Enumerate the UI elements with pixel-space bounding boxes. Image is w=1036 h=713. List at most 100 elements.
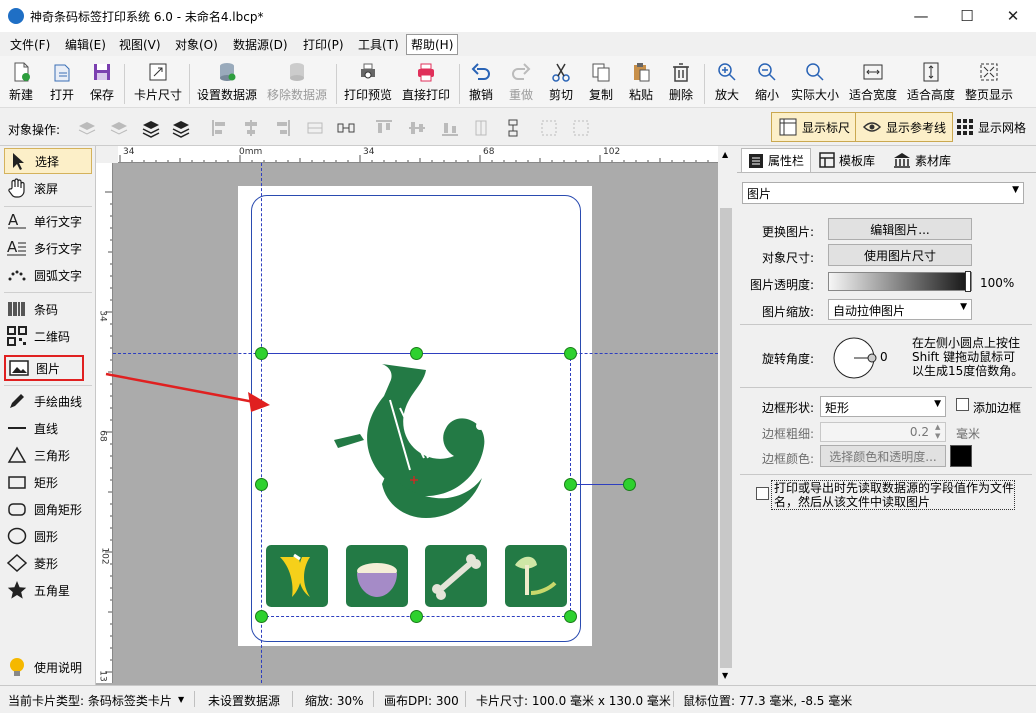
distribute-vertical-icon[interactable]: [471, 118, 491, 138]
new-button[interactable]: 新建: [8, 60, 34, 106]
paste-button[interactable]: 粘贴: [628, 60, 654, 106]
scroll-up-arrow[interactable]: ▲: [722, 150, 728, 159]
cut-button[interactable]: 剪切: [548, 60, 574, 106]
tab-properties[interactable]: 属性栏: [741, 148, 812, 172]
tool-triangle[interactable]: 三角形: [4, 442, 92, 468]
border-width-input[interactable]: 0.2: [820, 422, 946, 442]
resize-handle-top[interactable]: [410, 347, 423, 360]
rotation-dial[interactable]: [832, 336, 880, 380]
spinner-arrows-icon[interactable]: ▲ ▼: [935, 423, 940, 441]
resize-handle-bottom-right[interactable]: [564, 610, 577, 623]
tool-star[interactable]: 五角星: [4, 577, 92, 603]
show-ruler-toggle[interactable]: 显示标尺: [771, 112, 858, 142]
open-button[interactable]: 打开: [49, 60, 75, 106]
save-button[interactable]: 保存: [89, 60, 115, 106]
border-color-button[interactable]: 选择颜色和透明度...: [820, 445, 946, 467]
distribute-spacing-icon[interactable]: [336, 118, 356, 138]
show-grid-toggle[interactable]: 显示网格: [950, 112, 1032, 142]
border-shape-select[interactable]: 矩形 ▼: [820, 396, 946, 417]
align-right-icon[interactable]: [272, 118, 292, 138]
layers-stack-icon[interactable]: [171, 118, 191, 138]
selected-image[interactable]: [330, 360, 502, 520]
tool-diamond[interactable]: 菱形: [4, 550, 92, 576]
menu-view[interactable]: 视图(V): [117, 36, 163, 53]
guide-line-vertical[interactable]: [261, 163, 262, 683]
fit-width-button[interactable]: 适合宽度: [849, 60, 897, 106]
tool-rounded-rectangle[interactable]: 圆角矩形: [4, 496, 92, 522]
menu-tools[interactable]: 工具(T): [356, 36, 401, 53]
minimize-button[interactable]: —: [898, 0, 944, 32]
tool-select[interactable]: 选择: [4, 148, 92, 174]
opacity-slider[interactable]: [828, 271, 972, 292]
vertical-spacing-icon[interactable]: [503, 118, 523, 138]
vertical-scrollbar[interactable]: ▲ ▼: [718, 146, 734, 685]
rotate-handle[interactable]: [623, 478, 636, 491]
resize-handle-bottom[interactable]: [410, 610, 423, 623]
tool-help[interactable]: 使用说明: [4, 654, 92, 680]
image-scale-select[interactable]: 自动拉伸图片 ▼: [828, 299, 972, 320]
delete-button[interactable]: 删除: [668, 60, 694, 106]
tool-multi-line-text[interactable]: A 多行文字: [4, 235, 92, 261]
tool-rectangle[interactable]: 矩形: [4, 469, 92, 495]
menu-edit[interactable]: 编辑(E): [63, 36, 108, 53]
opacity-slider-thumb[interactable]: [965, 271, 971, 292]
tab-materials[interactable]: 素材库: [887, 148, 957, 172]
border-color-swatch[interactable]: [950, 445, 972, 467]
tool-arc-text[interactable]: 圆弧文字: [4, 262, 92, 288]
layers-icon[interactable]: [141, 118, 161, 138]
tool-qrcode[interactable]: 二维码: [4, 323, 92, 349]
resize-handle-top-right[interactable]: [564, 347, 577, 360]
align-center-icon[interactable]: [241, 118, 261, 138]
distribute-horizontal-icon[interactable]: [305, 118, 325, 138]
layer-down-icon[interactable]: [109, 118, 129, 138]
tool-freehand[interactable]: 手绘曲线: [4, 388, 92, 414]
menu-file[interactable]: 文件(F): [8, 36, 52, 53]
remove-datasource-button[interactable]: 移除数据源: [267, 60, 327, 106]
tool-circle[interactable]: 圆形: [4, 523, 92, 549]
show-guides-toggle[interactable]: 显示参考线: [855, 112, 954, 142]
tool-single-line-text[interactable]: A 单行文字: [4, 208, 92, 234]
tab-templates[interactable]: 模板库: [813, 148, 881, 172]
fit-height-button[interactable]: 适合高度: [907, 60, 955, 106]
tool-image[interactable]: 图片: [4, 355, 84, 381]
close-button[interactable]: ✕: [990, 0, 1036, 32]
copy-button[interactable]: 复制: [588, 60, 614, 106]
edit-image-button[interactable]: 编辑图片...: [828, 218, 972, 240]
align-top-icon[interactable]: [374, 118, 394, 138]
zoom-in-button[interactable]: 放大: [714, 60, 740, 106]
menu-object[interactable]: 对象(O): [173, 36, 220, 53]
use-image-size-button[interactable]: 使用图片尺寸: [828, 244, 972, 266]
maximize-button[interactable]: ☐: [944, 0, 990, 32]
card-type-dropdown-icon[interactable]: ▼: [178, 695, 184, 704]
undo-button[interactable]: 撤销: [468, 60, 494, 106]
menu-datasource[interactable]: 数据源(D): [231, 36, 290, 53]
tool-barcode[interactable]: 条码: [4, 296, 92, 322]
card-size-button[interactable]: 卡片尺寸: [134, 60, 182, 106]
layer-up-icon[interactable]: [77, 118, 97, 138]
add-border-checkbox[interactable]: [956, 398, 969, 411]
resize-handle-bottom-left[interactable]: [255, 610, 268, 623]
direct-print-button[interactable]: 直接打印: [402, 60, 450, 106]
same-width-icon[interactable]: [539, 118, 559, 138]
menu-print[interactable]: 打印(P): [301, 36, 346, 53]
tool-pan[interactable]: 滚屏: [4, 175, 92, 201]
resize-handle-top-left[interactable]: [255, 347, 268, 360]
zoom-out-button[interactable]: 缩小: [754, 60, 780, 106]
fit-page-button[interactable]: 整页显示: [965, 60, 1013, 106]
tool-line[interactable]: 直线: [4, 415, 92, 441]
align-left-icon[interactable]: [210, 118, 230, 138]
read-from-file-checkbox[interactable]: [756, 487, 769, 500]
scroll-down-arrow[interactable]: ▼: [722, 671, 728, 680]
resize-handle-right[interactable]: [564, 478, 577, 491]
object-type-select[interactable]: 图片 ▼: [742, 182, 1024, 204]
menu-help[interactable]: 帮助(H): [406, 34, 459, 55]
redo-button[interactable]: 重做: [508, 60, 534, 106]
scroll-thumb[interactable]: [720, 208, 732, 668]
align-middle-icon[interactable]: [407, 118, 427, 138]
same-height-icon[interactable]: [571, 118, 591, 138]
resize-handle-left[interactable]: [255, 478, 268, 491]
align-bottom-icon[interactable]: [440, 118, 460, 138]
actual-size-button[interactable]: 实际大小: [791, 60, 839, 106]
print-preview-button[interactable]: 打印预览: [344, 60, 392, 106]
set-datasource-button[interactable]: 设置数据源: [197, 60, 257, 106]
